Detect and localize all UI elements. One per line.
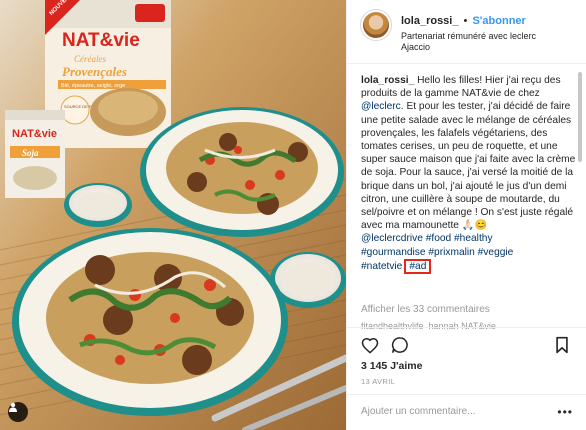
view-all-comments-link[interactable]: Afficher les 33 commentaires	[361, 304, 490, 315]
caption: lola_rossi_ Hello les filles! Hier j'ai …	[361, 74, 579, 274]
action-bar	[347, 327, 586, 359]
emoji: 🙏🏻😊	[461, 220, 488, 232]
post-header: lola_rossi_ • S'abonner Partenariat rému…	[347, 0, 586, 64]
username-link[interactable]: lola_rossi_	[401, 15, 458, 27]
caption-username[interactable]: lola_rossi_	[361, 75, 414, 86]
add-comment-input[interactable]: Ajouter un commentaire...	[361, 406, 476, 417]
caption-text-2: . Et pour les tester, j'ai décidé de fai…	[361, 101, 576, 232]
box-title-1: Céréales	[74, 54, 106, 64]
more-options-icon[interactable]: •••	[557, 405, 573, 419]
person-tag-icon[interactable]	[8, 402, 28, 422]
separator-dot: •	[463, 15, 468, 27]
box-brand: NAT&vie	[62, 30, 140, 51]
header-line: lola_rossi_ • S'abonner	[401, 15, 526, 27]
box-subtitle: Blé, épeautre, seigle, orge	[61, 83, 125, 89]
location-link[interactable]: Ajaccio	[401, 42, 430, 52]
comment-bubble-icon[interactable]	[391, 336, 409, 354]
brick-brand: NAT&vie	[12, 128, 57, 140]
hashtags-line-2[interactable]: #gourmandise #prixmalin #veggie	[361, 247, 513, 258]
avatar[interactable]	[361, 10, 391, 40]
follow-button[interactable]: S'abonner	[472, 15, 525, 27]
paid-partnership-label[interactable]: Partenariat rémunéré avec leclerc	[401, 31, 536, 41]
box-title-2: Provençales	[62, 64, 127, 79]
brick-product: Soja	[22, 148, 39, 158]
heart-icon[interactable]	[361, 336, 379, 354]
post-photo[interactable]: NOUVEAU NAT&vie Céréales Provençales Blé…	[0, 0, 346, 430]
add-comment-box: Ajouter un commentaire... •••	[347, 394, 586, 430]
hashtags-line-1[interactable]: @leclercdrive #food #healthy	[361, 233, 493, 244]
back-plate	[140, 107, 344, 237]
front-plate	[12, 228, 288, 416]
likes-count[interactable]: 3 145 J'aime	[361, 360, 422, 372]
soja-brick: NAT&vie Soja	[5, 110, 65, 198]
ad-hashtag-highlight[interactable]: #ad	[404, 258, 432, 274]
hashtags-line-3[interactable]: #natetvie	[361, 261, 402, 272]
mention-leclerc[interactable]: @leclerc	[361, 101, 401, 112]
post-date[interactable]: 13 AVRIL	[361, 377, 395, 386]
comments-scrollbar[interactable]	[578, 72, 582, 162]
food-photo-illustration: NOUVEAU NAT&vie Céréales Provençales Blé…	[0, 0, 346, 430]
post-detail-panel: lola_rossi_ • S'abonner Partenariat rému…	[346, 0, 586, 430]
bookmark-icon[interactable]	[553, 336, 571, 354]
